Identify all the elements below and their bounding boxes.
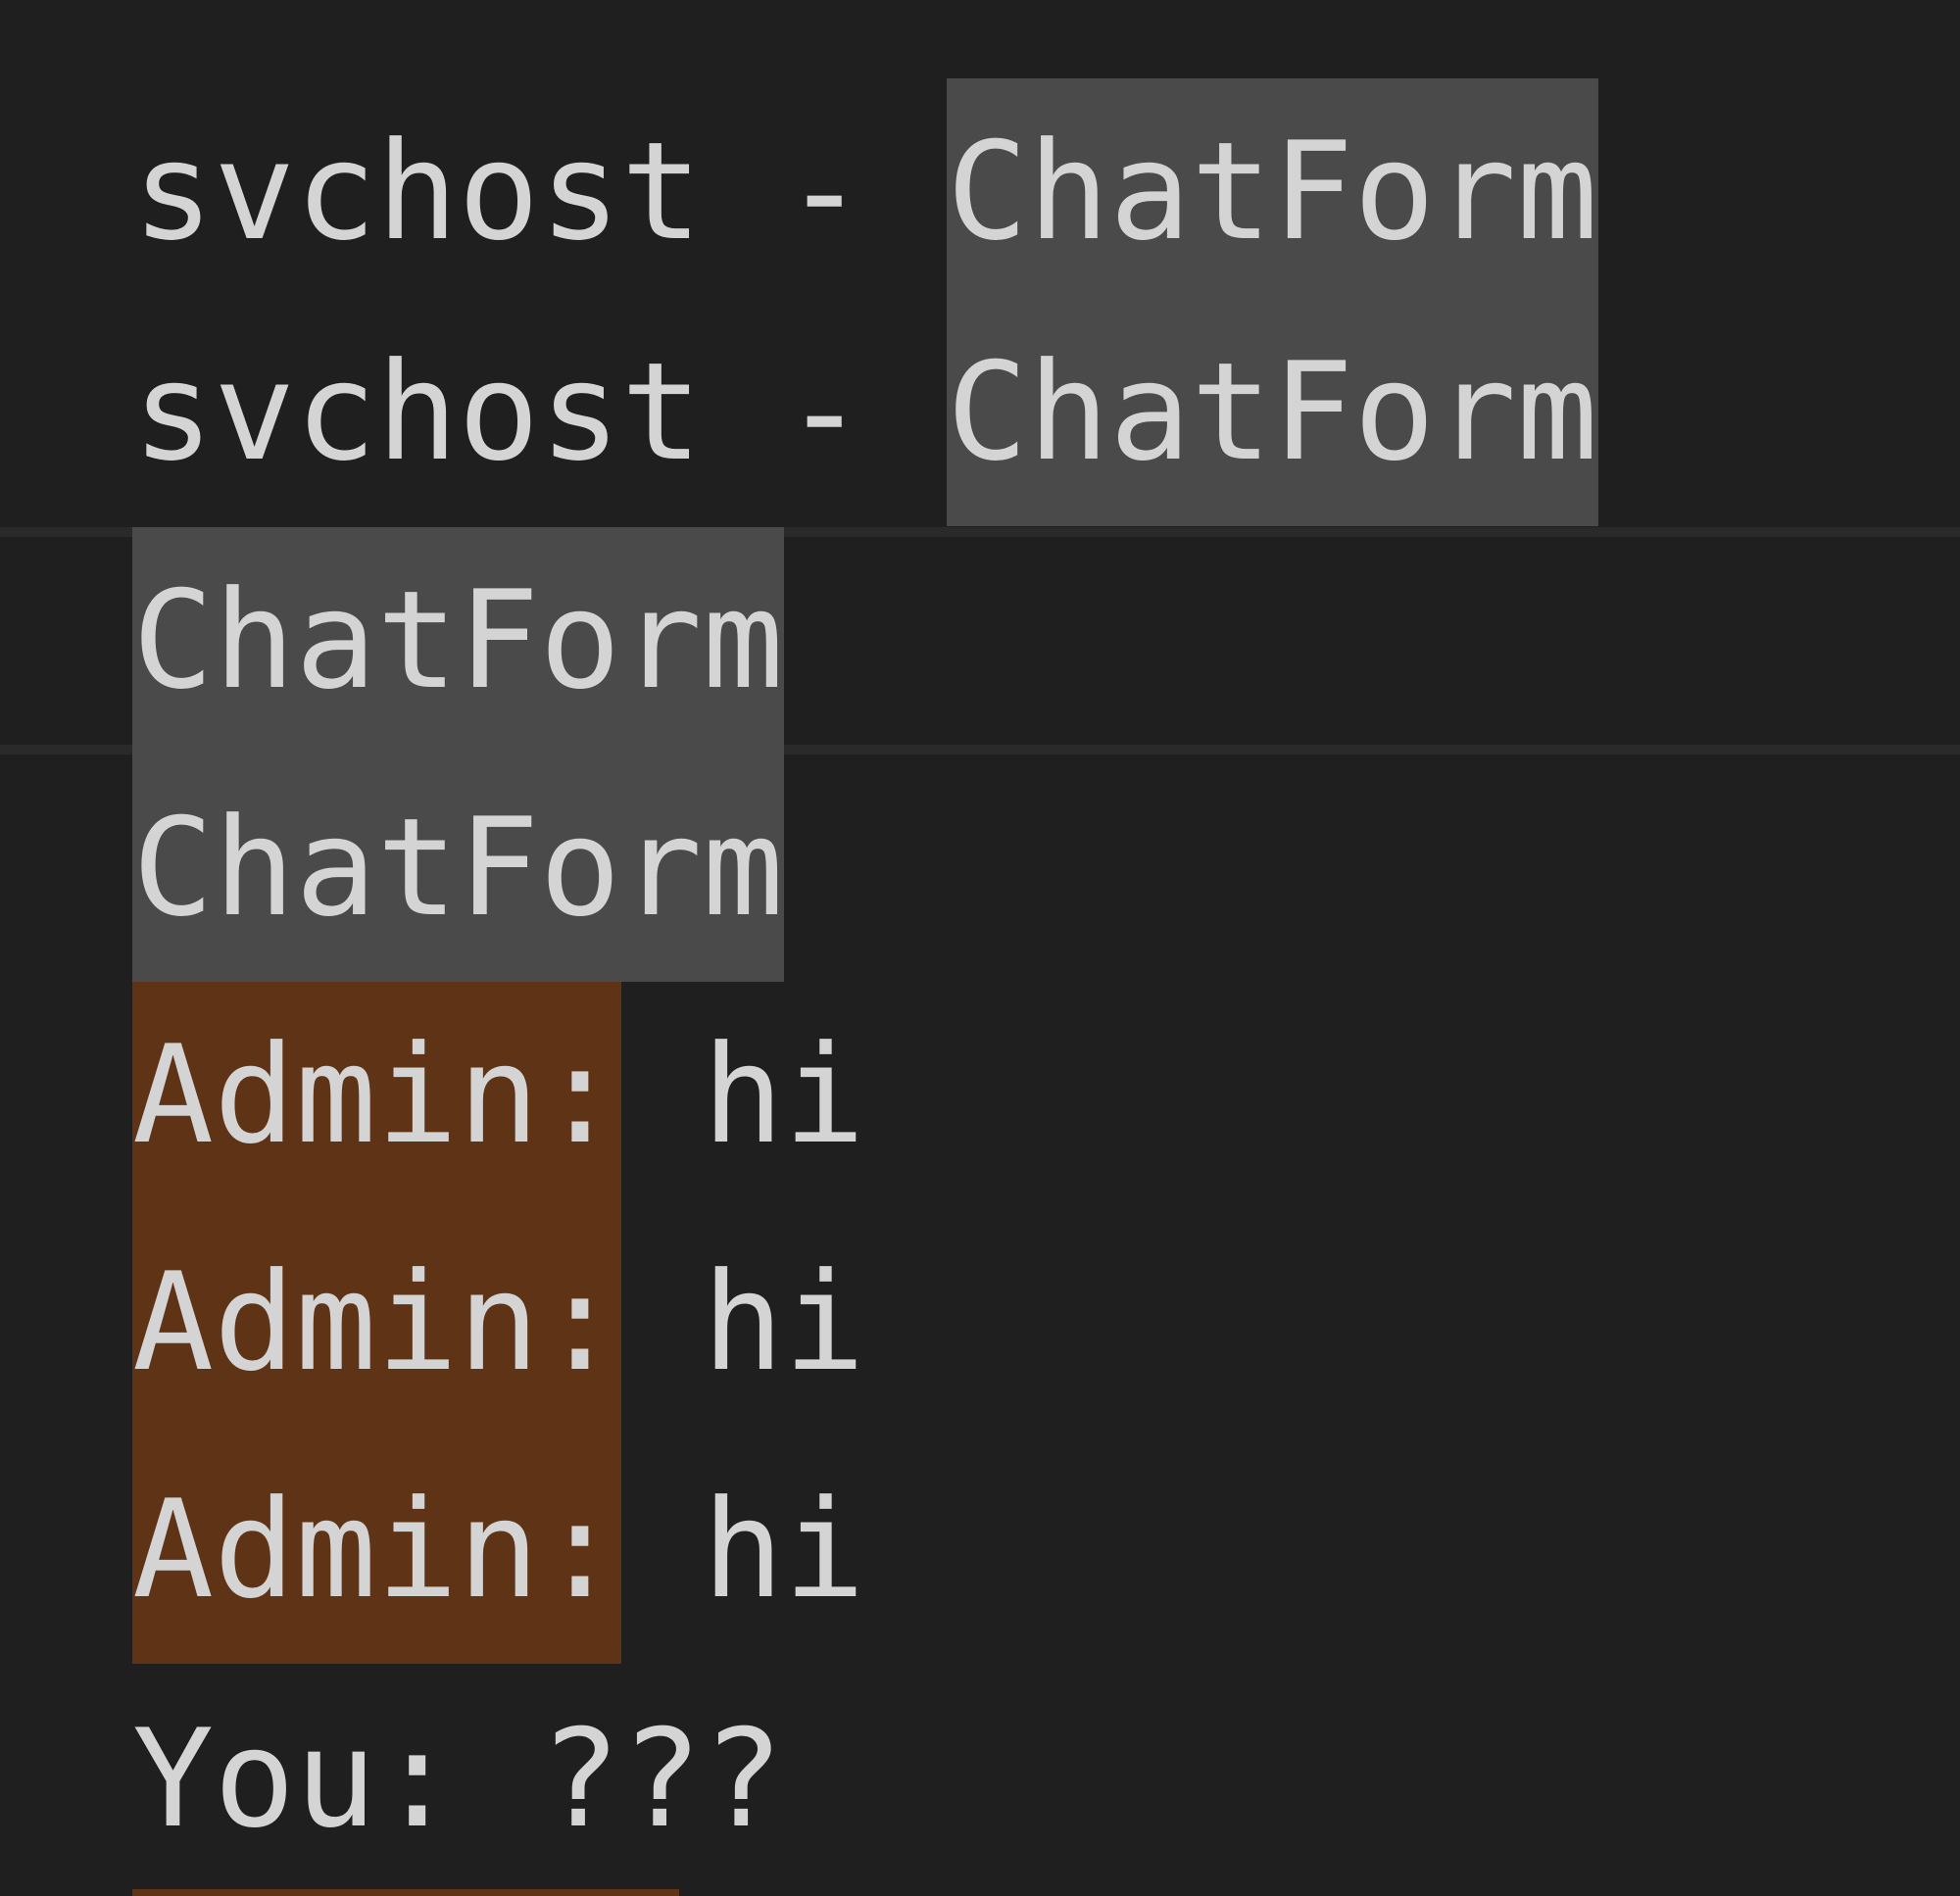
find-match-highlight: Admin:	[132, 1436, 621, 1664]
line-text: ChatForm	[132, 754, 784, 982]
line-text: Admin: hi	[132, 1436, 865, 1664]
line-text: Admin: hi	[132, 982, 865, 1209]
selection-match-highlight: ChatForm	[946, 78, 1598, 306]
line-text: svchost - ChatForm	[132, 299, 1598, 526]
selection-match-highlight: ChatForm	[132, 754, 784, 982]
code-editor[interactable]: svchost svchost - ChatForm svchost - Cha…	[0, 0, 1960, 1896]
line-text-plain: hi	[620, 1471, 865, 1629]
selection-match-highlight: ChatForm	[132, 527, 784, 754]
line-text: Admin: hi	[132, 1209, 865, 1436]
editor-line[interactable]: You: ???	[0, 1666, 1960, 1893]
line-text-plain: hi	[620, 1243, 865, 1401]
find-match-highlight	[132, 1889, 679, 1896]
find-match-highlight: Admin:	[132, 982, 621, 1209]
editor-line[interactable]: Admin: hi	[0, 1209, 1960, 1436]
line-text-plain: You: ???	[132, 1700, 784, 1858]
editor-line[interactable]: svchost - ChatForm	[0, 78, 1960, 306]
line-text-plain: hi	[620, 1016, 865, 1174]
editor-line-current[interactable]: ChatForm	[0, 527, 1960, 754]
line-text-plain: svchost -	[132, 333, 947, 491]
find-match-highlight: Admin:	[132, 1209, 621, 1436]
editor-line[interactable]: Admin: hi	[0, 1436, 1960, 1664]
line-text: You: ???	[132, 1666, 784, 1893]
line-text: svchost - ChatForm	[132, 78, 1598, 306]
line-text-plain: svchost	[132, 0, 703, 22]
editor-line[interactable]: svchost	[0, 0, 1960, 22]
line-text: ChatForm	[132, 527, 784, 754]
editor-line[interactable]: svchost - ChatForm	[0, 299, 1960, 526]
editor-line[interactable]: Admin: hi	[0, 982, 1960, 1209]
line-text: svchost	[132, 0, 703, 22]
line-text-plain: svchost -	[132, 113, 947, 270]
editor-line[interactable]: ChatForm	[0, 754, 1960, 982]
selection-match-highlight: ChatForm	[946, 299, 1598, 526]
